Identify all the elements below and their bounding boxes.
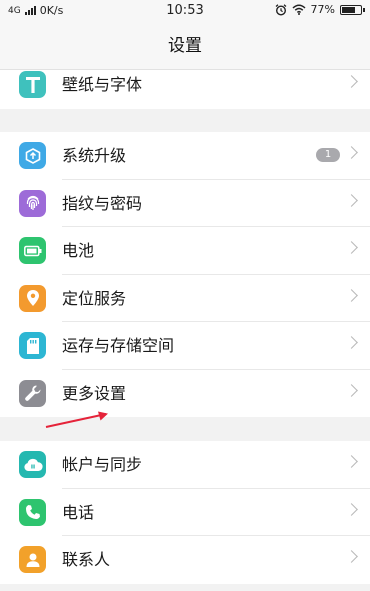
annotation-arrow-icon [45,411,108,428]
contact-icon [19,546,46,573]
settings-item-label: 定位服务 [62,288,127,308]
settings-item-label: 壁纸与字体 [62,75,143,94]
chevron-right-icon [345,146,358,159]
font-t-icon [19,71,46,98]
settings-item-label: 指纹与密码 [62,193,143,213]
chevron-right-icon [345,550,358,563]
settings-item-label: 联系人 [62,550,111,569]
settings-list: 壁纸与字体 系统升级 1 指纹与密码 电池 定位服务 运存与存储空间 更多设置 … [0,70,370,591]
settings-group-display: 壁纸与字体 [0,70,370,109]
cloud-sync-icon [19,451,46,478]
wrench-icon [19,379,46,407]
chevron-right-icon [345,288,358,302]
battery-icon [19,237,46,264]
storage-card-icon [19,332,46,359]
settings-group-system: 系统升级 1 指纹与密码 电池 定位服务 运存与存储空间 更多设置 [0,132,370,417]
battery-percent: 77% [310,3,335,16]
status-right: 77% [275,3,365,16]
settings-item-battery[interactable]: 电池 [0,227,370,275]
settings-item-system-update[interactable]: 系统升级 1 [0,132,370,180]
page-title: 设置 [0,22,370,70]
settings-item-label: 运存与存储空间 [62,336,175,355]
chevron-right-icon [345,336,358,349]
settings-item-phone[interactable]: 电话 [0,489,370,536]
settings-item-contacts[interactable]: 联系人 [0,536,370,584]
status-bar: 4G 0K/s 10:53 77% [0,0,370,22]
chevron-right-icon [345,75,358,88]
battery-icon [340,4,365,15]
chevron-right-icon [345,502,358,516]
alarm-clock-icon [275,3,286,16]
settings-group-accounts: 帐户与同步 电话 联系人 [0,441,370,584]
chevron-right-icon [345,383,358,397]
settings-item-label: 电话 [62,502,95,522]
settings-item-label: 系统升级 [62,146,127,165]
chevron-right-icon [345,455,358,468]
settings-item-location[interactable]: 定位服务 [0,275,370,322]
chevron-right-icon [345,241,358,254]
settings-item-fingerprint-password[interactable]: 指纹与密码 [0,180,370,227]
fingerprint-icon [19,189,46,217]
wifi-icon [292,4,306,15]
settings-item-label: 电池 [62,241,95,260]
settings-item-wallpaper-font[interactable]: 壁纸与字体 [0,70,370,109]
system-update-icon [19,142,46,169]
location-pin-icon [19,284,46,312]
settings-item-account-sync[interactable]: 帐户与同步 [0,441,370,489]
settings-item-label: 帐户与同步 [62,455,143,474]
chevron-right-icon [345,193,358,207]
phone-icon [19,498,46,526]
update-count-badge: 1 [316,148,340,162]
settings-item-memory-storage[interactable]: 运存与存储空间 [0,322,370,370]
